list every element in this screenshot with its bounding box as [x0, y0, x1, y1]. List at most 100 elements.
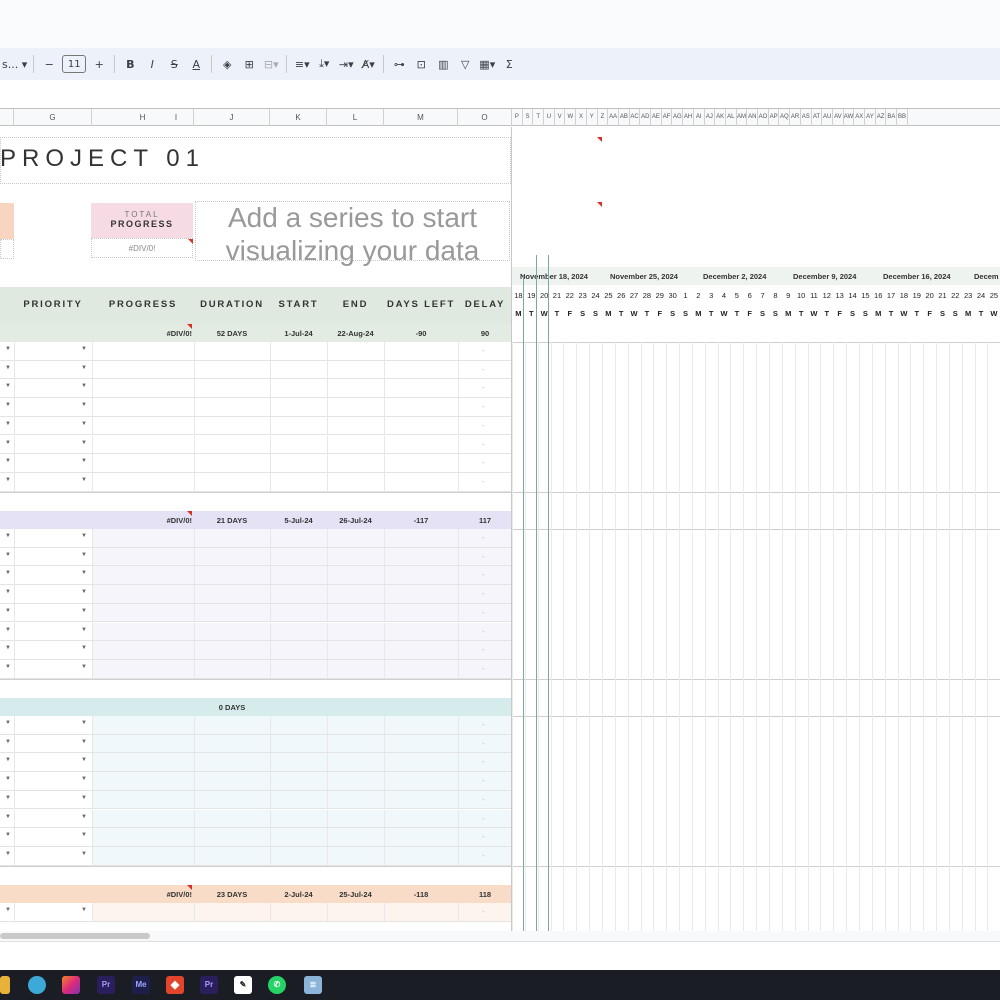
- dropdown-arrow-icon[interactable]: ▼: [5, 832, 11, 838]
- dropdown-arrow-icon[interactable]: ▼: [5, 589, 11, 595]
- dropdown-arrow-icon[interactable]: ▼: [5, 608, 11, 614]
- table-row[interactable]: ▼ ▼ -: [0, 828, 513, 847]
- dropdown-arrow-icon[interactable]: ▼: [5, 421, 11, 427]
- table-row[interactable]: ▼ ▼ -: [0, 809, 513, 829]
- dropdown-arrow-icon[interactable]: ▼: [5, 458, 11, 464]
- dropdown-arrow-icon[interactable]: ▼: [81, 851, 87, 857]
- column-header[interactable]: G: [14, 109, 92, 126]
- dropdown-arrow-icon[interactable]: ▼: [81, 832, 87, 838]
- section-summary-row[interactable]: #DIV/0! 52 DAYS 1-Jul-24 22-Aug-24 -90 90: [0, 324, 512, 342]
- dropdown-arrow-icon[interactable]: ▼: [81, 739, 87, 745]
- filter-icon[interactable]: ▽: [456, 53, 474, 75]
- table-row[interactable]: ▼ ▼ -: [0, 659, 513, 679]
- column-header[interactable]: I: [159, 109, 194, 126]
- bold-button[interactable]: B: [121, 53, 139, 75]
- notepad-icon[interactable]: ≣: [304, 976, 322, 994]
- dropdown-arrow-icon[interactable]: ▼: [81, 720, 87, 726]
- spreadsheet-grid[interactable]: PROJECT 01 TOTAL PROGRESS #DIV/0! Add a …: [0, 127, 1000, 933]
- column-header[interactable]: W: [566, 109, 577, 126]
- dropdown-arrow-icon[interactable]: ▼: [5, 533, 11, 539]
- dropdown-arrow-icon[interactable]: ▼: [5, 645, 11, 651]
- dropdown-arrow-icon[interactable]: ▼: [81, 589, 87, 595]
- table-row[interactable]: ▼ ▼ -: [0, 772, 513, 791]
- premiere-icon-2[interactable]: Pr: [200, 976, 218, 994]
- column-header[interactable]: AH: [683, 109, 694, 126]
- column-header[interactable]: AR: [790, 109, 801, 126]
- column-header[interactable]: AA: [608, 109, 619, 126]
- column-header[interactable]: AK: [715, 109, 726, 126]
- column-header[interactable]: V: [555, 109, 566, 126]
- vertical-align-icon[interactable]: ⤓▾: [315, 53, 333, 75]
- whatsapp-icon[interactable]: ✆: [268, 976, 286, 994]
- column-header[interactable]: AZ: [876, 109, 887, 126]
- table-row[interactable]: ▼ ▼ -: [0, 454, 513, 473]
- horizontal-align-icon[interactable]: ≡▾: [293, 53, 311, 75]
- column-header[interactable]: X: [576, 109, 587, 126]
- dropdown-arrow-icon[interactable]: ▼: [81, 402, 87, 408]
- dropdown-arrow-icon[interactable]: ▼: [5, 851, 11, 857]
- column-header[interactable]: AW: [844, 109, 855, 126]
- increase-font-size-button[interactable]: +: [90, 53, 108, 75]
- table-row[interactable]: ▼ ▼ -: [0, 342, 513, 361]
- table-row[interactable]: ▼ ▼ -: [0, 435, 513, 455]
- dropdown-arrow-icon[interactable]: ▼: [81, 757, 87, 763]
- column-header[interactable]: T: [533, 109, 545, 126]
- section-summary-row[interactable]: 0 DAYS: [0, 698, 512, 716]
- decrease-font-size-button[interactable]: −: [40, 53, 58, 75]
- dropdown-arrow-icon[interactable]: ▼: [81, 383, 87, 389]
- column-header[interactable]: Z: [598, 109, 609, 126]
- column-header[interactable]: Y: [587, 109, 598, 126]
- chart-placeholder[interactable]: Add a series to start visualizing your d…: [195, 201, 510, 266]
- dropdown-arrow-icon[interactable]: ▼: [81, 533, 87, 539]
- table-row[interactable]: ▼ ▼ -: [0, 566, 513, 586]
- dropdown-arrow-icon[interactable]: ▼: [81, 346, 87, 352]
- column-header[interactable]: AE: [651, 109, 662, 126]
- dropdown-arrow-icon[interactable]: ▼: [5, 720, 11, 726]
- table-row[interactable]: ▼ ▼ -: [0, 585, 513, 604]
- dropdown-arrow-icon[interactable]: ▼: [5, 776, 11, 782]
- dropdown-arrow-icon[interactable]: ▼: [81, 440, 87, 446]
- dropdown-arrow-icon[interactable]: ▼: [81, 365, 87, 371]
- dropdown-arrow-icon[interactable]: ▼: [5, 757, 11, 763]
- insert-comment-icon[interactable]: ⊡: [412, 53, 430, 75]
- font-size-input[interactable]: 11: [62, 55, 87, 73]
- strikethrough-button[interactable]: S: [165, 53, 183, 75]
- merge-cells-icon[interactable]: ⊟▾: [262, 53, 280, 75]
- browser-icon[interactable]: [28, 976, 46, 994]
- scrollbar-thumb[interactable]: [0, 933, 150, 939]
- text-wrap-icon[interactable]: ⇥▾: [337, 53, 355, 75]
- column-header[interactable]: AM: [737, 109, 748, 126]
- dropdown-arrow-icon[interactable]: ▼: [81, 608, 87, 614]
- column-header[interactable]: AB: [619, 109, 630, 126]
- column-header[interactable]: BB: [897, 109, 908, 126]
- column-header[interactable]: BA: [887, 109, 898, 126]
- column-header[interactable]: AN: [747, 109, 759, 126]
- dropdown-arrow-icon[interactable]: ▼: [81, 645, 87, 651]
- table-row[interactable]: ▼ ▼ -: [0, 641, 513, 660]
- table-row[interactable]: ▼ ▼ -: [0, 622, 513, 642]
- dropdown-arrow-icon[interactable]: ▼: [81, 627, 87, 633]
- instagram-icon[interactable]: [62, 976, 80, 994]
- table-row[interactable]: ▼ ▼ -: [0, 734, 513, 754]
- borders-icon[interactable]: ⊞: [240, 53, 258, 75]
- dropdown-arrow-icon[interactable]: ▼: [81, 664, 87, 670]
- column-header[interactable]: AT: [812, 109, 823, 126]
- column-header[interactable]: AJ: [705, 109, 716, 126]
- dropdown-arrow-icon[interactable]: ▼: [5, 627, 11, 633]
- column-header[interactable]: AV: [833, 109, 844, 126]
- column-header[interactable]: [0, 109, 14, 126]
- column-header[interactable]: M: [384, 109, 458, 126]
- column-header[interactable]: AU: [822, 109, 833, 126]
- column-header[interactable]: O: [458, 109, 512, 126]
- table-row[interactable]: ▼ ▼ -: [0, 753, 513, 773]
- column-header[interactable]: AS: [801, 109, 812, 126]
- column-header[interactable]: P: [512, 109, 523, 126]
- dropdown-arrow-icon[interactable]: ▼: [5, 383, 11, 389]
- dropdown-arrow-icon[interactable]: ▼: [5, 346, 11, 352]
- table-row[interactable]: ▼ ▼ -: [0, 547, 513, 567]
- table-row[interactable]: ▼ ▼ -: [0, 360, 513, 380]
- italic-button[interactable]: I: [143, 53, 161, 75]
- table-row[interactable]: ▼ ▼ -: [0, 716, 513, 735]
- table-row[interactable]: ▼ ▼ -: [0, 416, 513, 436]
- column-header[interactable]: L: [327, 109, 384, 126]
